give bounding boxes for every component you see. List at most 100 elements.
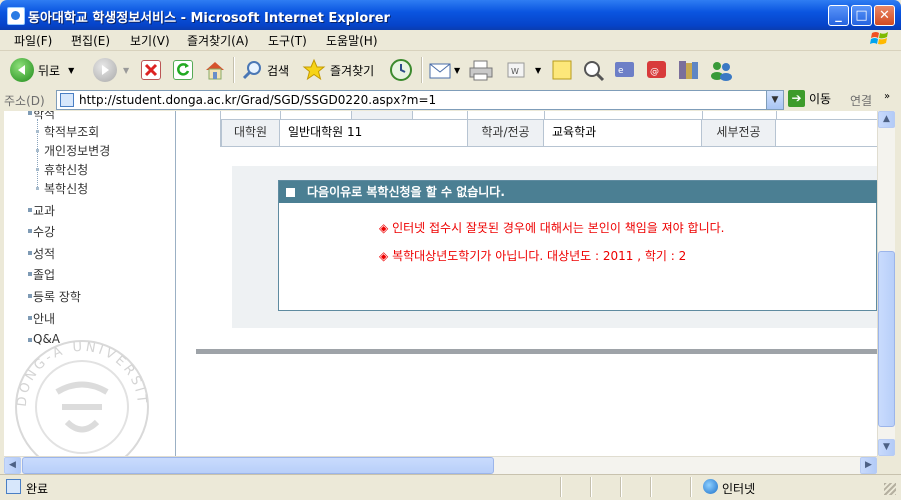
- refresh-button[interactable]: [173, 56, 193, 84]
- mail-icon: [429, 63, 451, 79]
- sidebar-item-graduation[interactable]: 졸업: [27, 266, 55, 283]
- sidebar: 학적 학적부조회 개인정보변경 휴학신청 복학신청 교과 수강 성적 졸업 등록…: [4, 111, 176, 456]
- resize-grip-icon[interactable]: [884, 483, 896, 495]
- menu-favorites[interactable]: 즐겨찾기(A): [187, 32, 249, 49]
- back-label: 뒤로: [38, 63, 61, 78]
- sidebar-item-guide[interactable]: 안내: [27, 310, 55, 327]
- chevron-right-icon[interactable]: »: [884, 91, 890, 102]
- translate-icon: @: [647, 61, 666, 78]
- message-line: ◈ 복학대상년도학기가 아닙니다. 대상년도 : 2011 , 학기 : 2: [379, 247, 686, 264]
- menu-tools[interactable]: 도구(T): [268, 32, 307, 49]
- favorites-button[interactable]: 즐겨찾기: [302, 56, 374, 84]
- horizontal-scroll-thumb[interactable]: [22, 457, 494, 474]
- sidebar-item-leave-request[interactable]: 휴학신청: [35, 161, 88, 178]
- info-table: 대학원 일반대학원 11 학과/전공 교육학과 세부전공: [220, 120, 877, 147]
- menu-edit[interactable]: 편집(E): [71, 32, 110, 49]
- svg-text:DONG-A UNIVERSITY: DONG-A UNIVERSITY: [12, 337, 149, 407]
- message-line: ◈ 인터넷 접수시 잘못된 경우에 대해서는 본인이 책임을 져야 합니다.: [379, 219, 724, 236]
- translate-button[interactable]: @: [644, 56, 670, 84]
- address-url[interactable]: http://student.donga.ac.kr/Grad/SGD/SSGD…: [79, 93, 436, 107]
- toolbar: 뒤로 ▼ ▼ 검색 즐겨찾기 ▼ W ▼ e @: [0, 51, 901, 90]
- grad-school-label: 대학원: [221, 120, 280, 146]
- scroll-right-button[interactable]: ▶: [860, 457, 877, 474]
- mail-button[interactable]: ▼: [428, 56, 460, 84]
- close-button[interactable]: ✕: [874, 5, 895, 26]
- media-button[interactable]: [676, 56, 702, 84]
- home-button[interactable]: [203, 56, 227, 84]
- print-icon: [469, 60, 493, 81]
- minimize-button[interactable]: _: [828, 5, 849, 26]
- messenger-button[interactable]: e: [612, 56, 638, 84]
- sidebar-item-curriculum[interactable]: 교과: [27, 202, 55, 219]
- media-icon: [679, 61, 698, 79]
- grad-school-value: 일반대학원 11: [280, 120, 468, 146]
- note-button[interactable]: [550, 56, 574, 84]
- horizontal-scrollbar[interactable]: ◀ ▶: [4, 456, 877, 474]
- people-button[interactable]: [708, 56, 736, 84]
- ie-page-icon: [7, 7, 25, 25]
- diamond-bullet-icon: ◈: [379, 221, 389, 235]
- go-button[interactable]: ➔ 이동: [788, 90, 831, 107]
- research-button[interactable]: [581, 56, 607, 84]
- edit-button[interactable]: W ▼: [505, 56, 541, 84]
- message-header-text: 다음이유로 복학신청을 할 수 없습니다.: [307, 185, 505, 199]
- svg-text:e: e: [618, 66, 624, 76]
- info-table-row-prev: [220, 111, 877, 120]
- security-zone-text: 인터넷: [722, 482, 756, 496]
- address-input[interactable]: http://student.donga.ac.kr/Grad/SGD/SSGD…: [56, 90, 784, 110]
- search-button[interactable]: 검색: [241, 56, 289, 84]
- window-title: 동아대학교 학생정보서비스 - Microsoft Internet Explo…: [28, 11, 390, 26]
- history-icon: [390, 59, 412, 81]
- sidebar-item-courses[interactable]: 수강: [27, 223, 55, 240]
- toolbar-separator: [233, 57, 235, 83]
- vertical-scroll-thumb[interactable]: [878, 251, 895, 427]
- sidebar-item-personal-info[interactable]: 개인정보변경: [35, 142, 110, 159]
- toolbar-separator: [421, 57, 423, 83]
- sub-major-value: [776, 120, 877, 146]
- message-line-text: 복학대상년도학기가 아닙니다. 대상년도 : 2011 , 학기 : 2: [392, 249, 687, 263]
- window-frame-right: [894, 111, 901, 474]
- forward-button[interactable]: ▼: [93, 56, 129, 84]
- vertical-scrollbar[interactable]: ▲ ▼: [877, 111, 895, 456]
- history-button[interactable]: [389, 56, 413, 84]
- page-icon: [60, 93, 74, 107]
- messenger-icon: e: [615, 62, 634, 77]
- scroll-up-button[interactable]: ▲: [878, 111, 895, 128]
- menu-help[interactable]: 도움말(H): [326, 32, 378, 49]
- scroll-left-button[interactable]: ◀: [4, 457, 21, 474]
- department-label: 학과/전공: [468, 120, 544, 146]
- sub-major-label: 세부전공: [702, 120, 776, 146]
- address-label: 주소(D): [4, 94, 45, 108]
- search-icon: [242, 61, 261, 80]
- links-button[interactable]: 연결: [850, 92, 872, 109]
- scroll-down-button[interactable]: ▼: [878, 439, 895, 456]
- print-button[interactable]: [468, 56, 494, 84]
- diamond-bullet-icon: ◈: [379, 249, 389, 263]
- menu-view[interactable]: 보기(V): [130, 32, 170, 49]
- stop-button[interactable]: [141, 56, 161, 84]
- svg-text:W: W: [511, 67, 519, 76]
- sidebar-item-record-view[interactable]: 학적부조회: [35, 123, 99, 140]
- university-seal-watermark: DONG-A UNIVERSITY: [12, 337, 149, 456]
- back-icon: [10, 58, 34, 82]
- maximize-button[interactable]: □: [851, 5, 872, 26]
- favorites-icon: [302, 58, 326, 81]
- error-message-box: 다음이유로 복학신청을 할 수 없습니다. ◈ 인터넷 접수시 잘못된 경우에 …: [278, 180, 877, 311]
- home-icon: [206, 62, 224, 80]
- sidebar-item-return-request[interactable]: 복학신청: [35, 180, 88, 197]
- search-label: 검색: [267, 63, 290, 78]
- windows-logo-icon: [870, 32, 888, 45]
- sidebar-item-grades[interactable]: 성적: [27, 245, 55, 262]
- menu-file[interactable]: 파일(F): [14, 32, 52, 49]
- back-button[interactable]: 뒤로 ▼: [10, 56, 74, 84]
- title-bar[interactable]: 동아대학교 학생정보서비스 - Microsoft Internet Explo…: [0, 0, 901, 30]
- message-line-text: 인터넷 접수시 잘못된 경우에 대해서는 본인이 책임을 져야 합니다.: [392, 221, 725, 235]
- page-done-icon: [6, 479, 21, 494]
- message-panel: 다음이유로 복학신청을 할 수 없습니다. ◈ 인터넷 접수시 잘못된 경우에 …: [232, 166, 877, 328]
- stop-icon: [141, 60, 161, 80]
- message-header: 다음이유로 복학신청을 할 수 없습니다.: [279, 181, 877, 203]
- sidebar-item-tuition-scholarship[interactable]: 등록 장학: [28, 288, 81, 305]
- page-content: 학적 학적부조회 개인정보변경 휴학신청 복학신청 교과 수강 성적 졸업 등록…: [4, 111, 877, 456]
- status-bar: 완료 인터넷: [0, 474, 901, 500]
- address-dropdown-icon[interactable]: ▼: [766, 91, 783, 109]
